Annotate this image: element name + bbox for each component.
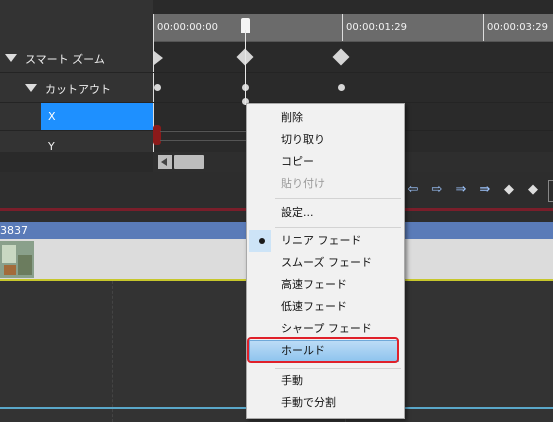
radio-check — [249, 230, 271, 252]
menu-item-label: コピー — [281, 155, 314, 168]
menu-separator — [275, 368, 401, 369]
menu-item-manual[interactable]: 手動 — [247, 370, 404, 392]
track-row-x[interactable] — [41, 103, 153, 130]
ruler-timecode-end: 00:00:03:29 — [487, 22, 549, 33]
grid-line — [112, 281, 113, 422]
menu-separator — [275, 227, 401, 228]
menu-item-settings[interactable]: 設定... — [247, 202, 404, 224]
keyframe-dot[interactable] — [338, 84, 345, 91]
track-label-smart-zoom: スマート ズーム — [25, 53, 105, 66]
toolbar-edge — [548, 180, 553, 202]
menu-item-linear-fade[interactable]: リニア フェード — [247, 230, 404, 252]
row-divider — [0, 72, 553, 73]
ruler-tick — [342, 14, 343, 41]
goto-keyframe-icon[interactable]: ⇒ — [452, 183, 470, 197]
menu-separator — [275, 198, 401, 199]
goto-keyframe-icon[interactable]: ⇛ — [476, 183, 494, 197]
menu-item-delete[interactable]: 削除 — [247, 107, 404, 129]
keyframe-dot[interactable] — [154, 84, 161, 91]
keyframe-start-marker[interactable] — [154, 51, 163, 65]
scrollbar-thumb[interactable] — [174, 155, 204, 169]
delete-keyframe-icon[interactable]: ◆ — [524, 183, 542, 197]
menu-item-label: 削除 — [281, 111, 303, 124]
ruler-timecode-mid: 00:00:01:29 — [346, 22, 408, 33]
menu-item-label: スムーズ フェード — [281, 256, 372, 269]
context-menu: 削除 切り取り コピー 貼り付け 設定... リニア フェード スムーズ フェー… — [246, 103, 405, 419]
keyframe-curve-line — [160, 140, 246, 141]
menu-item-copy[interactable]: コピー — [247, 151, 404, 173]
expand-triangle-icon[interactable] — [25, 84, 37, 92]
menu-item-label: 設定... — [281, 206, 314, 219]
menu-item-label: 低速フェード — [281, 300, 347, 313]
clip-thumbnail — [0, 241, 34, 278]
playhead-line — [245, 30, 246, 105]
clip-label: 3837 — [0, 224, 28, 237]
ruler-timecode-start: 00:00:00:00 — [157, 22, 219, 33]
menu-item-label: 手動で分割 — [281, 396, 336, 409]
highlight-annotation — [247, 337, 399, 363]
track-label-x: X — [48, 110, 56, 123]
prev-keyframe-icon[interactable]: ⇦ — [404, 183, 422, 197]
menu-item-label: 手動 — [281, 374, 303, 387]
menu-item-paste: 貼り付け — [247, 173, 404, 195]
menu-item-smooth-fade[interactable]: スムーズ フェード — [247, 252, 404, 274]
next-keyframe-icon[interactable]: ⇨ — [428, 183, 446, 197]
menu-item-cut[interactable]: 切り取り — [247, 129, 404, 151]
bullet-icon — [259, 238, 265, 244]
menu-item-manual-split[interactable]: 手動で分割 — [247, 392, 404, 414]
keyframe-curve-line — [160, 131, 246, 132]
menu-item-label: 貼り付け — [281, 177, 325, 190]
menu-item-slow-fade[interactable]: 低速フェード — [247, 296, 404, 318]
keyframe-marker-red[interactable] — [153, 125, 161, 145]
menu-item-fast-fade[interactable]: 高速フェード — [247, 274, 404, 296]
add-keyframe-icon[interactable]: ◆ — [500, 183, 518, 197]
menu-item-label: 切り取り — [281, 133, 325, 146]
expand-triangle-icon[interactable] — [5, 54, 17, 62]
track-label-cutout: カットアウト — [45, 83, 111, 96]
track-label-y: Y — [48, 140, 55, 153]
menu-item-label: リニア フェード — [281, 234, 362, 247]
scroll-left-icon[interactable] — [158, 155, 172, 169]
ruler-tick — [483, 14, 484, 41]
menu-item-label: 高速フェード — [281, 278, 347, 291]
